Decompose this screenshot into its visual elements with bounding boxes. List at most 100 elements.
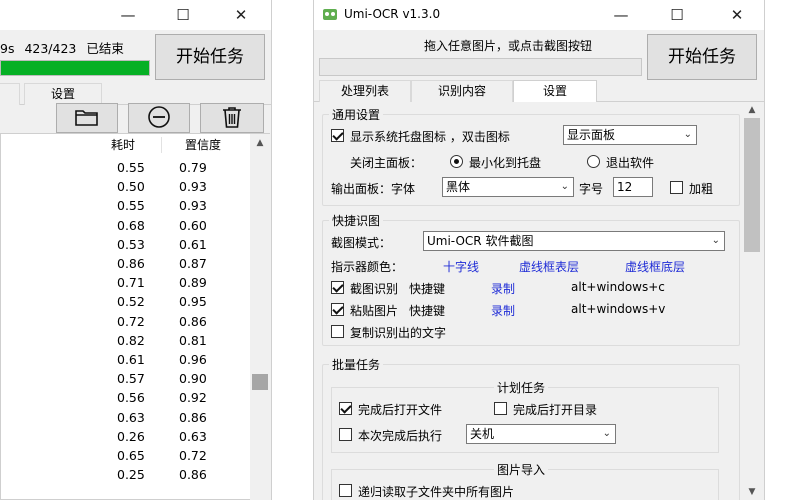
table-row[interactable]: 0.26 0.63 [1,427,250,447]
table-row[interactable]: 0.68 0.60 [1,216,250,236]
table-scrollbar[interactable]: ▲ [250,133,270,500]
confidence-cell: 0.87 [179,256,207,271]
scroll-thumb[interactable] [252,374,268,390]
tab-cropped[interactable] [0,83,20,105]
confidence-cell: 0.92 [179,390,207,406]
table-row[interactable]: 0.50 0.93 [1,177,250,197]
duration-cell: 0.82 [117,332,145,348]
task-status: 已结束 [86,41,124,56]
table-row[interactable]: 0.86 0.87 [1,254,250,274]
maximize-icon[interactable]: ☐ [160,2,206,28]
open-file-checkbox[interactable] [339,402,352,415]
chevron-down-icon: ⌄ [560,181,569,192]
close-icon[interactable]: ✕ [714,2,760,28]
confidence-cell: 0.61 [179,236,207,252]
exit-app-radio[interactable] [587,155,600,168]
confidence-cell: 0.63 [179,428,207,444]
duration-cell: 0.25 [117,467,145,483]
confidence-cell: 0.60 [179,217,207,233]
progress-count: 423/423 [24,41,77,56]
screenshot-hotkey-value: alt+windows+c [571,280,665,294]
start-task-button[interactable]: 开始任务 [155,34,265,80]
maximize-icon[interactable]: ☐ [654,2,700,28]
trash-icon [220,105,244,132]
remove-item-button[interactable] [128,103,190,133]
after-action-checkbox[interactable] [339,428,352,441]
open-folder-button[interactable] [56,103,118,133]
tray-icon-label: 显示系统托盘图标 ，双击图标 [350,130,510,144]
after-action-select[interactable]: 关机 ⌄ [466,424,616,444]
paste-hotkey-value: alt+windows+v [571,302,666,316]
minimize-to-tray-radio[interactable] [450,155,463,168]
settings-panel: 通用设置 显示系统托盘图标 ，双击图标 显示面板 ⌄ 关闭主面板： 最小化到托盘… [319,102,742,500]
scroll-thumb[interactable] [744,118,760,252]
table-row[interactable]: 0.25 0.86 [1,465,250,485]
clear-list-button[interactable] [200,103,264,133]
open-dir-label: 完成后打开目录 [513,403,598,417]
table-row[interactable]: 0.52 0.95 [1,292,250,312]
main-tab-bar: 处理列表 识别内容 设置 [314,80,764,103]
screenshot-record-link[interactable]: 录制 [491,280,515,297]
tab-settings[interactable]: 设置 [24,83,102,105]
screenshot-hotkey-label: 快捷键 [409,282,446,296]
confidence-cell: 0.96 [179,352,207,367]
hotkey-ocr-group: 快捷识图 截图模式： Umi-OCR 软件截图 ⌄ 指示器颜色： 十字线 虚线框… [322,212,740,346]
close-icon[interactable]: ✕ [218,2,264,28]
minimize-icon[interactable]: — [105,2,151,28]
scroll-up-icon[interactable]: ▲ [250,138,270,148]
bold-checkbox[interactable] [670,181,683,194]
duration-cell: 0.68 [117,217,145,233]
table-row[interactable]: 0.55 0.93 [1,196,250,216]
duration-cell: 0.26 [117,428,145,444]
table-row[interactable]: 0.55 0.79 [1,158,250,178]
table-row[interactable]: 0.61 0.96 [1,350,250,370]
tray-icon-checkbox[interactable] [331,129,344,142]
duration-cell: 0.61 [117,352,145,367]
tab-process-list[interactable]: 处理列表 [319,80,411,102]
copy-text-checkbox[interactable] [331,325,344,338]
font-select[interactable]: 黑体 ⌄ [442,177,574,197]
duration-cell: 0.55 [117,160,145,175]
header-confidence[interactable]: 置信度 [185,134,221,156]
table-row[interactable]: 0.71 0.89 [1,273,250,293]
umi-ocr-window: Umi-OCR v1.3.0 — ☐ ✕ 拖入任意图片，或点击截图按钮 开始任务… [313,0,765,500]
settings-scrollbar[interactable]: ▲ ▼ [742,102,762,500]
scroll-down-icon[interactable]: ▼ [742,487,762,497]
header-duration[interactable]: 耗时 [111,134,135,156]
screenshot-ocr-checkbox[interactable] [331,281,344,294]
confidence-cell: 0.86 [179,313,207,329]
minimize-icon[interactable]: — [598,2,644,28]
tray-action-select[interactable]: 显示面板 ⌄ [563,125,697,145]
dashed-bottom-option[interactable]: 虚线框底层 [625,258,685,275]
window-title: Umi-OCR v1.3.0 [344,7,441,21]
confidence-cell: 0.72 [179,448,207,463]
font-size-input[interactable]: 12 [613,177,653,197]
table-row[interactable]: 0.72 0.86 [1,312,250,332]
image-import-title: 图片导入 [494,461,549,478]
screenshot-mode-select[interactable]: Umi-OCR 软件截图 ⌄ [423,231,725,251]
table-row[interactable]: 0.65 0.72 [1,446,250,466]
tray-action-value: 显示面板 [567,128,616,142]
paste-image-checkbox[interactable] [331,303,344,316]
table-row[interactable]: 0.53 0.61 [1,235,250,255]
minus-circle-icon [147,105,171,132]
table-row[interactable]: 0.63 0.86 [1,408,250,428]
scroll-up-icon[interactable]: ▲ [742,105,762,115]
start-task-button[interactable]: 开始任务 [647,34,757,80]
open-dir-checkbox[interactable] [494,402,507,415]
elapsed-time: 9s [0,41,15,56]
tab-recognition-content[interactable]: 识别内容 [411,80,513,102]
close-panel-label: 关闭主面板： [350,156,423,170]
table-row[interactable]: 0.57 0.90 [1,369,250,389]
task-stats: 9s 423/423 已结束 [0,38,130,57]
scheduled-task-title: 计划任务 [494,379,549,396]
recursive-read-checkbox[interactable] [339,484,352,497]
paste-record-link[interactable]: 录制 [491,302,515,319]
crosshair-option[interactable]: 十字线 [443,258,479,275]
table-row[interactable]: 0.56 0.92 [1,388,250,408]
tab-settings[interactable]: 设置 [513,80,597,103]
confidence-cell: 0.90 [179,371,207,387]
dashed-top-option[interactable]: 虚线框表层 [519,258,579,275]
hotkey-ocr-title: 快捷识图 [329,212,384,229]
table-row[interactable]: 0.82 0.81 [1,331,250,351]
